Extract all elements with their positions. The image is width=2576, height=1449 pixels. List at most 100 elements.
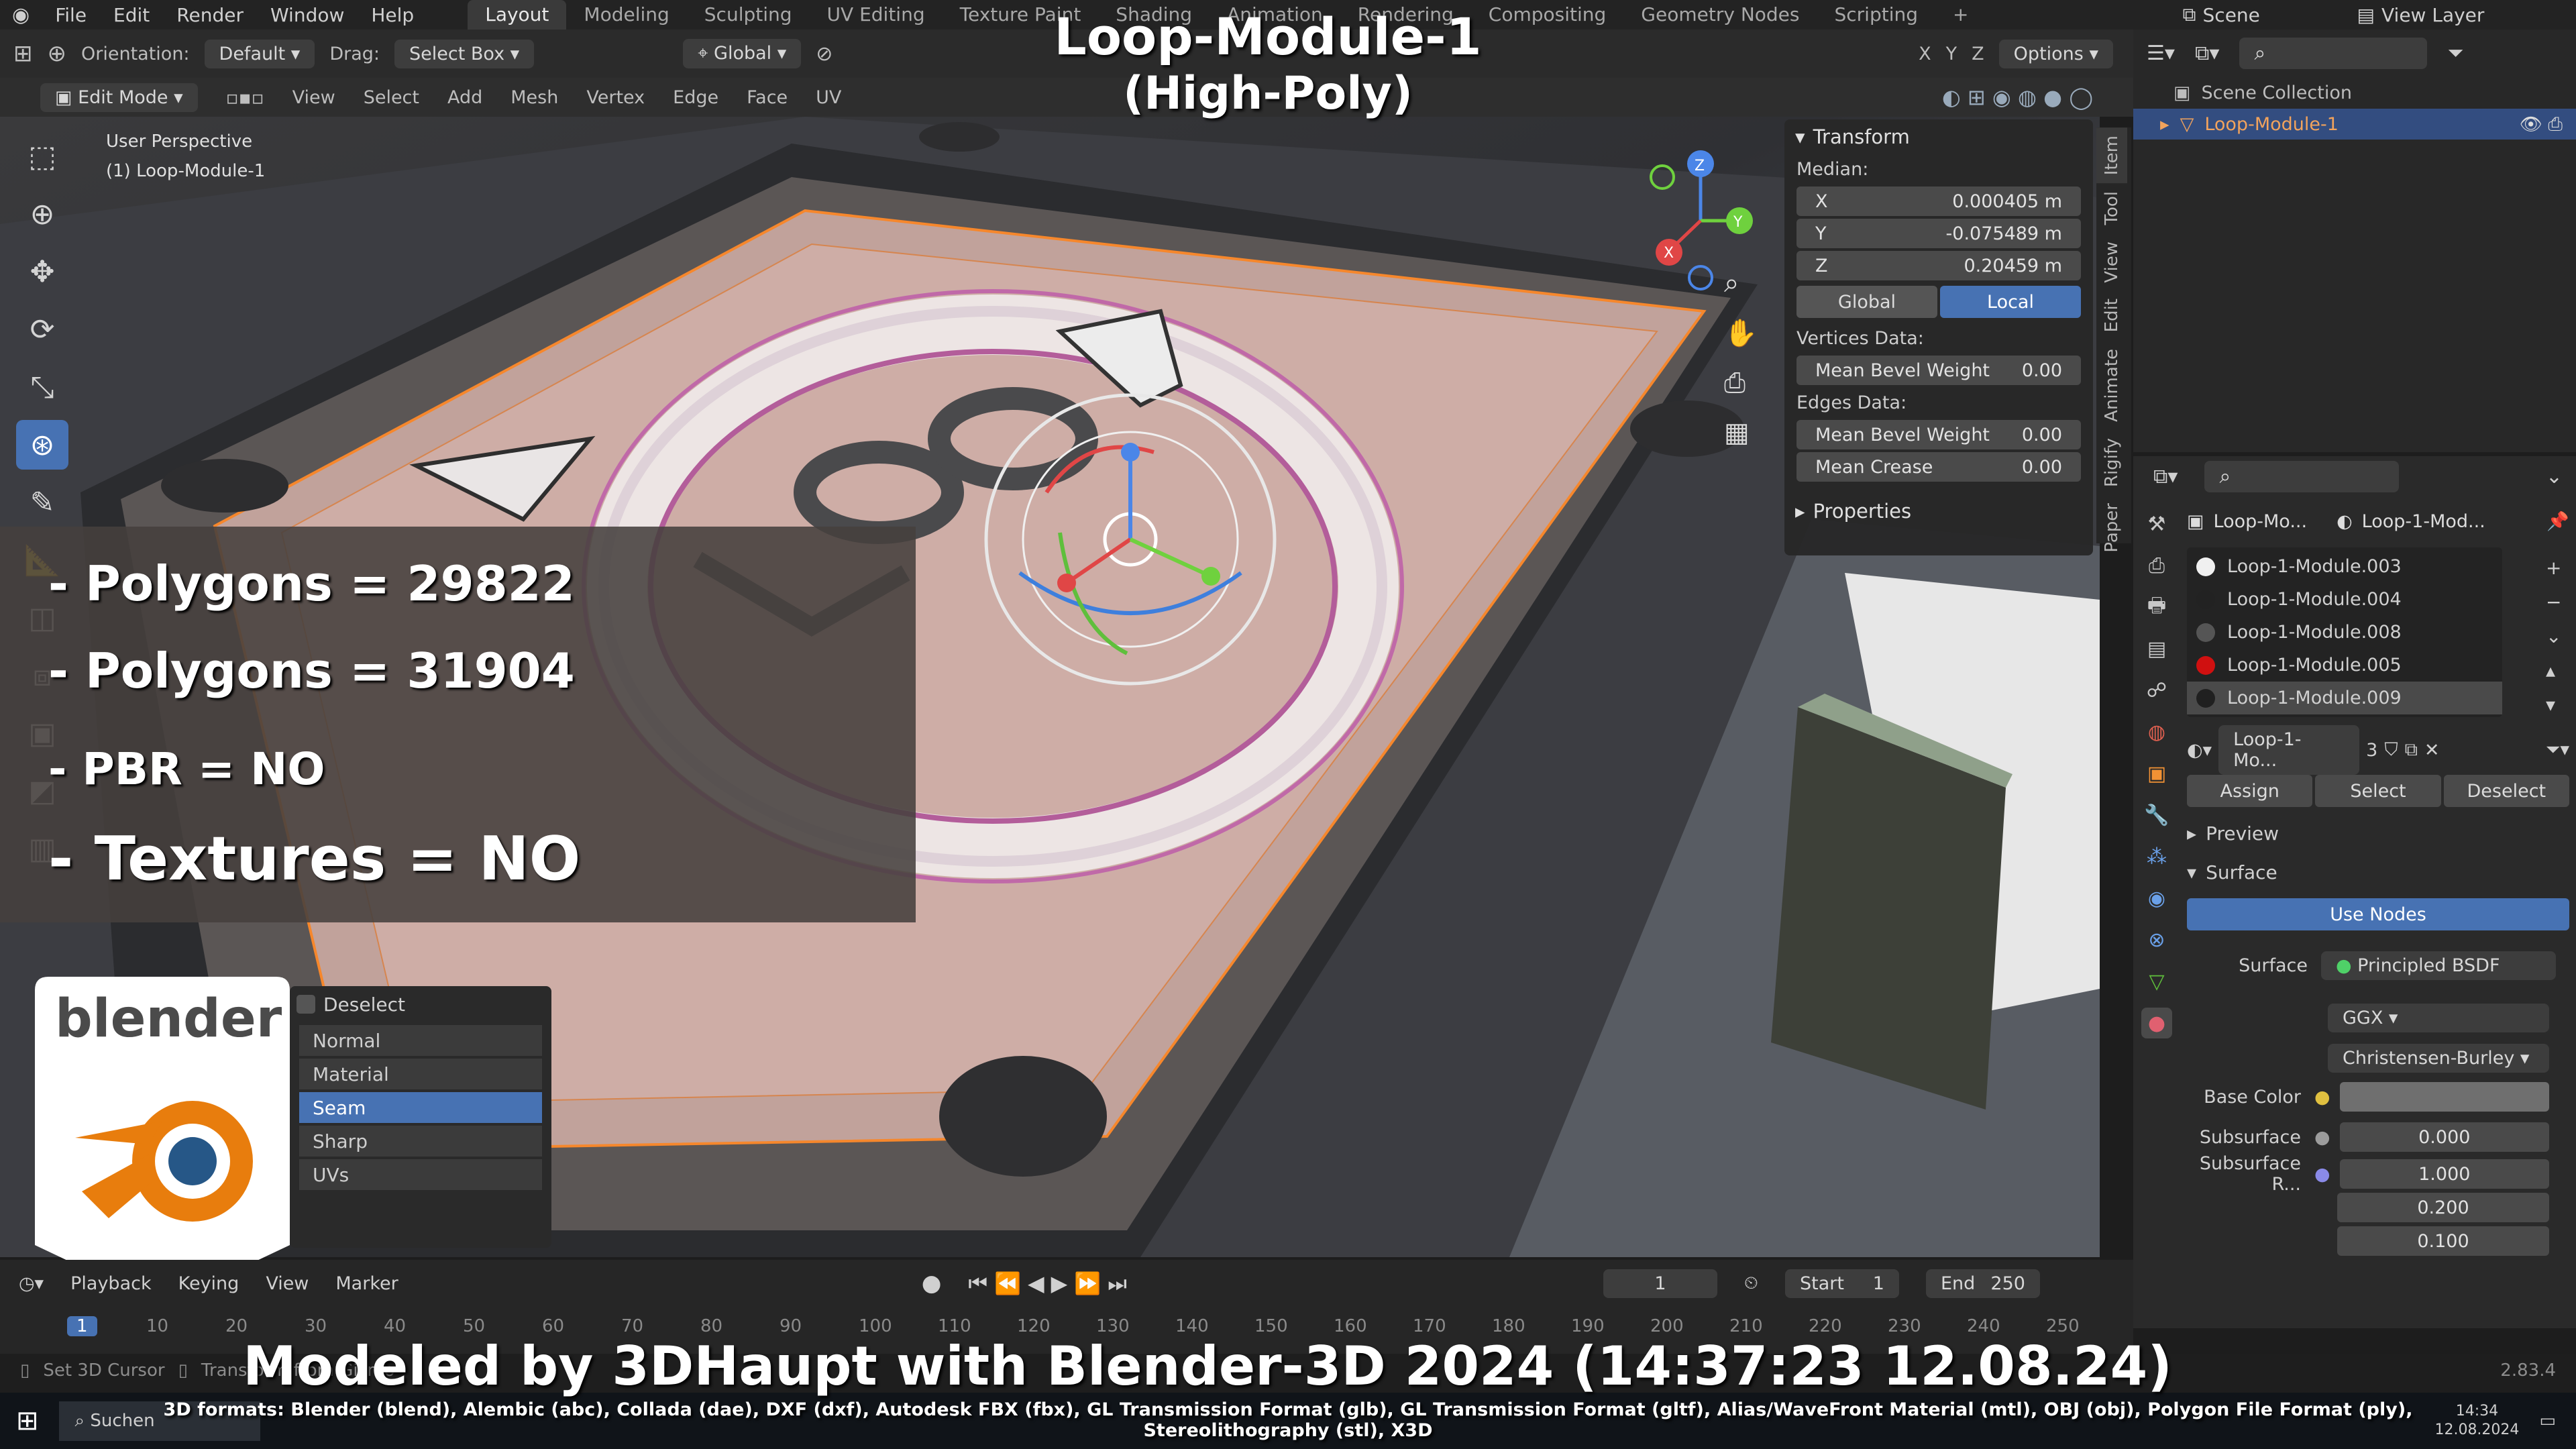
tab-uv-editing[interactable]: UV Editing: [810, 0, 943, 30]
collapse-arrow-icon[interactable]: ▾: [1795, 125, 1805, 148]
preview-panel-header[interactable]: Preview: [2206, 822, 2279, 845]
annotate-icon[interactable]: ✎: [16, 478, 68, 527]
pan-hand-icon[interactable]: ✋: [1724, 317, 1758, 349]
distribution-dropdown[interactable]: GGX ▾: [2328, 1003, 2549, 1032]
local-toggle[interactable]: Local: [1940, 286, 2081, 318]
tab-paper[interactable]: Paper: [2096, 495, 2127, 561]
mode-dropdown[interactable]: ▣ Edit Mode ▾: [40, 83, 198, 112]
expand-arrow-icon[interactable]: ▸: [2187, 822, 2196, 845]
slot-menu-icon[interactable]: ⌄: [2546, 625, 2561, 647]
use-nodes-button[interactable]: Use Nodes: [2187, 898, 2569, 930]
tab-geometry-nodes[interactable]: Geometry Nodes: [1623, 0, 1817, 30]
visibility-eye-icon[interactable]: 👁 ⎙: [2520, 113, 2563, 136]
median-y-field[interactable]: Y -0.075489 m: [1796, 219, 2081, 248]
tab-view[interactable]: View: [2096, 233, 2127, 291]
menu-keying[interactable]: Keying: [178, 1273, 239, 1294]
median-z-field[interactable]: Z 0.20459 m: [1796, 251, 2081, 280]
outliner-item[interactable]: ▸ ▽ Loop-Module-1 👁 ⎙: [2133, 109, 2576, 140]
fake-user-icon[interactable]: ⛉: [2384, 739, 2398, 761]
tab-scripting[interactable]: Scripting: [1817, 0, 1935, 30]
current-frame-field[interactable]: 1: [1603, 1269, 1717, 1298]
breadcrumb-object[interactable]: Loop-Mo...: [2214, 511, 2308, 532]
camera-icon[interactable]: ⎙: [1724, 368, 1758, 398]
windows-start-icon[interactable]: ⊞: [16, 1405, 39, 1436]
mirror-z[interactable]: Z: [1972, 44, 1984, 64]
menu-playback[interactable]: Playback: [70, 1273, 151, 1294]
list-item[interactable]: Loop-1-Module.004: [2187, 583, 2502, 616]
snap-icon[interactable]: ⊘: [816, 42, 833, 66]
edge-bevel-weight-field[interactable]: Mean Bevel Weight 0.00: [1796, 420, 2081, 449]
start-frame-field[interactable]: Start 1: [1784, 1269, 1899, 1298]
list-item[interactable]: Loop-1-Module.008: [2187, 616, 2502, 649]
properties-header[interactable]: Properties: [1813, 500, 1912, 523]
menu-item-normal[interactable]: Normal: [299, 1025, 542, 1056]
render-tab-icon[interactable]: ⎙: [2141, 550, 2172, 581]
menu-item-sharp[interactable]: Sharp: [299, 1126, 542, 1157]
list-item[interactable]: Loop-1-Module.005: [2187, 649, 2502, 682]
viewport-shading-icons[interactable]: ◐ ⊞ ◉ ◍ ● ◯: [1942, 85, 2093, 110]
object-tab-icon[interactable]: ▣: [2141, 758, 2172, 789]
cursor-icon[interactable]: ⊕: [16, 189, 68, 239]
median-x-field[interactable]: X 0.000405 m: [1796, 186, 2081, 216]
subsurface-radius-y[interactable]: 0.200: [2337, 1193, 2549, 1222]
constraints-tab-icon[interactable]: ⊗: [2141, 924, 2172, 955]
add-slot-icon[interactable]: +: [2546, 557, 2561, 579]
physics-tab-icon[interactable]: ◉: [2141, 883, 2172, 914]
timeline-editor-icon[interactable]: ◷▾: [19, 1273, 44, 1294]
tab-layout[interactable]: Layout: [468, 0, 567, 30]
material-name-field[interactable]: Loop-1-Mo...: [2218, 725, 2360, 775]
tool-tab-icon[interactable]: ⚒: [2141, 508, 2172, 539]
mirror-x[interactable]: X: [1919, 44, 1931, 64]
modifier-tab-icon[interactable]: 🔧: [2141, 800, 2172, 830]
assign-button[interactable]: Assign: [2187, 775, 2313, 807]
playback-controls[interactable]: ⏮⏪◀▶⏩⏭: [968, 1271, 1134, 1297]
filter-icon[interactable]: ⏷▾: [2546, 739, 2569, 761]
transform-orientation-dropdown[interactable]: ⌖ Global ▾: [683, 39, 802, 68]
outliner-filter-icon[interactable]: ⧉▾: [2195, 42, 2219, 65]
select-mode-buttons[interactable]: ▫▪▫: [226, 87, 264, 109]
properties-search-input[interactable]: ⌕: [2204, 460, 2400, 492]
tab-item[interactable]: Item: [2096, 127, 2127, 184]
menu-view-timeline[interactable]: View: [266, 1273, 309, 1294]
record-icon[interactable]: ●: [922, 1270, 942, 1297]
vertex-bevel-weight-field[interactable]: Mean Bevel Weight 0.00: [1796, 356, 2081, 385]
breadcrumb-material[interactable]: Loop-1-Mod...: [2362, 511, 2485, 532]
material-browse-icon[interactable]: ◐▾: [2187, 740, 2212, 761]
scene-tab-icon[interactable]: ☍: [2141, 675, 2172, 706]
clock-icon[interactable]: ⏲: [1744, 1273, 1758, 1294]
surface-panel-header[interactable]: Surface: [2206, 861, 2277, 883]
particles-tab-icon[interactable]: ⁂: [2141, 841, 2172, 872]
move-up-icon[interactable]: ▴: [2546, 659, 2561, 682]
material-users-count[interactable]: 3: [2366, 740, 2377, 761]
menu-marker[interactable]: Marker: [335, 1273, 398, 1294]
collapse-arrow-icon[interactable]: ▾: [2187, 861, 2196, 883]
outliner-search-input[interactable]: ⌕: [2239, 37, 2428, 69]
mean-crease-field[interactable]: Mean Crease 0.00: [1796, 452, 2081, 482]
menu-edit[interactable]: Edit: [100, 4, 163, 26]
transform-icon[interactable]: ⊛: [16, 420, 68, 470]
duplicate-icon[interactable]: ⧉: [2405, 739, 2418, 761]
data-tab-icon[interactable]: ▽: [2141, 966, 2172, 997]
expand-arrow-icon[interactable]: ▸: [1795, 500, 1805, 523]
material-tab-icon[interactable]: ●: [2141, 1008, 2172, 1038]
tab-sculpting[interactable]: Sculpting: [687, 0, 810, 30]
tab-tool[interactable]: Tool: [2096, 183, 2127, 233]
menu-uv[interactable]: UV: [816, 87, 841, 108]
menu-mesh[interactable]: Mesh: [511, 87, 558, 108]
end-frame-field[interactable]: End 250: [1925, 1269, 2040, 1298]
world-tab-icon[interactable]: ◍: [2141, 716, 2172, 747]
subsurface-field[interactable]: 0.000: [2339, 1122, 2549, 1152]
menu-edge[interactable]: Edge: [673, 87, 718, 108]
scale-icon[interactable]: ⤡: [16, 362, 68, 412]
select-button[interactable]: Select: [2315, 775, 2441, 807]
menu-face[interactable]: Face: [747, 87, 788, 108]
editor-type-icon[interactable]: ⊞: [13, 40, 33, 67]
list-item-active[interactable]: Loop-1-Module.009: [2187, 682, 2502, 714]
grid-icon[interactable]: ▦: [1724, 417, 1758, 448]
rotate-icon[interactable]: ⟳: [16, 305, 68, 354]
subsurface-method-dropdown[interactable]: Christensen-Burley ▾: [2328, 1043, 2549, 1073]
menu-item-material[interactable]: Material: [299, 1059, 542, 1089]
chevron-down-icon[interactable]: ⌄: [2546, 465, 2563, 488]
tab-rigify[interactable]: Rigify: [2096, 430, 2127, 495]
options-dropdown[interactable]: Options ▾: [1998, 39, 2113, 68]
